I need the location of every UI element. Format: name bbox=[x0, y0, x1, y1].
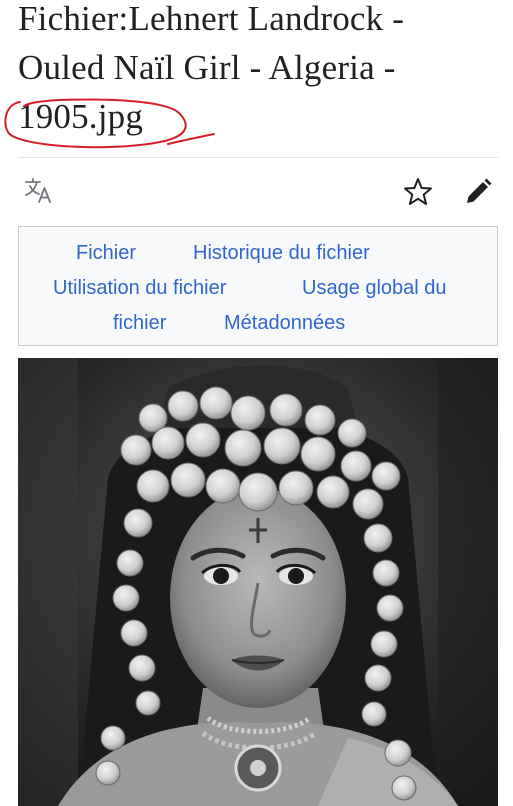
tab-file[interactable]: Fichier bbox=[76, 241, 136, 265]
title-divider bbox=[18, 157, 498, 158]
tab-file-history[interactable]: Historique du fichier bbox=[193, 241, 370, 265]
tab-metadata[interactable]: Métadonnées bbox=[224, 311, 345, 335]
page-title-line-1: Fichier:Lehnert Landrock - bbox=[18, 0, 405, 38]
tab-global-usage-continued[interactable]: fichier bbox=[113, 311, 166, 335]
page-title-line-3: 1905.jpg bbox=[18, 97, 144, 136]
star-icon[interactable] bbox=[402, 176, 434, 208]
translate-icon[interactable] bbox=[22, 176, 56, 206]
pencil-icon[interactable] bbox=[462, 176, 494, 208]
tab-file-usage[interactable]: Utilisation du fichier bbox=[53, 276, 226, 300]
portrait-photo[interactable] bbox=[18, 358, 498, 806]
tab-global-usage[interactable]: Usage global du bbox=[302, 276, 447, 300]
page-title-line-2: Ouled Naïl Girl - Algeria - bbox=[18, 48, 396, 87]
file-tabs-box: Fichier Historique du fichier Utilisatio… bbox=[18, 226, 498, 346]
page-title: Fichier:Lehnert Landrock - Ouled Naïl Gi… bbox=[18, 0, 498, 141]
portrait-illustration bbox=[18, 358, 498, 806]
